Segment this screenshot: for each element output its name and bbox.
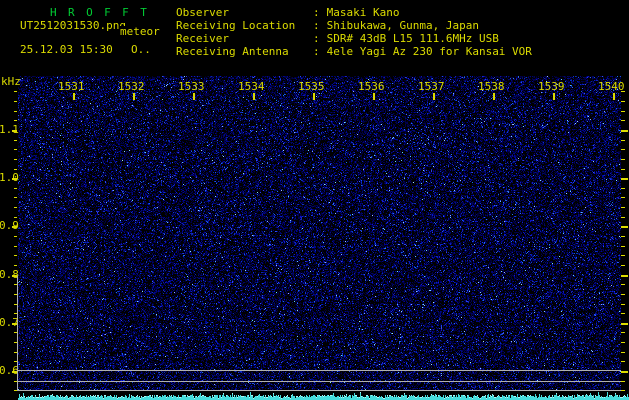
freq-tick-left (12, 226, 17, 228)
time-tick (193, 93, 195, 100)
freq-minor-tick-right (621, 332, 625, 333)
freq-minor-tick-left (14, 101, 17, 102)
freq-minor-tick-right (621, 188, 625, 189)
freq-minor-tick-right (621, 381, 625, 382)
freq-tick-right (621, 130, 628, 132)
freq-tick-right (621, 323, 628, 325)
freq-minor-tick-left (14, 255, 17, 256)
time-label: 1532 (118, 80, 145, 93)
time-label: 1533 (178, 80, 205, 93)
freq-minor-tick-right (621, 304, 625, 305)
freq-axis-unit: kHz (1, 75, 21, 88)
time-label: 1539 (538, 80, 565, 93)
time-tick (433, 93, 435, 100)
time-tick (133, 93, 135, 100)
freq-minor-tick-right (621, 217, 625, 218)
freq-minor-tick-right (621, 236, 625, 237)
time-label: 1537 (418, 80, 445, 93)
freq-tick-right (621, 275, 628, 277)
freq-minor-tick-left (14, 265, 17, 266)
freq-minor-tick-left (14, 159, 17, 160)
time-tick (493, 93, 495, 100)
freq-minor-tick-left (14, 91, 17, 92)
freq-tick-left (12, 130, 17, 132)
time-label: 1531 (58, 80, 85, 93)
carrier-line (18, 381, 621, 382)
freq-minor-tick-right (621, 361, 625, 362)
time-tick (73, 93, 75, 100)
freq-minor-tick-right (621, 101, 625, 102)
freq-tick-right (621, 226, 628, 228)
freq-minor-tick-left (14, 169, 17, 170)
freq-minor-tick-right (621, 149, 625, 150)
meter-frame-left (17, 276, 18, 391)
axes-overlay: 1531 1532 1533 1534 1535 1536 1537 1538 1539 1540… (0, 0, 629, 400)
time-tick (613, 93, 615, 100)
freq-minor-tick-left (14, 207, 17, 208)
freq-minor-tick-right (621, 197, 625, 198)
freq-tick-right (621, 371, 628, 373)
freq-minor-tick-right (621, 140, 625, 141)
carrier-line (18, 370, 621, 371)
time-tick (313, 93, 315, 100)
time-tick (253, 93, 255, 100)
freq-minor-tick-left (14, 120, 17, 121)
time-label: 1534 (238, 80, 265, 93)
freq-minor-tick-right (621, 207, 625, 208)
freq-minor-tick-right (621, 284, 625, 285)
freq-minor-tick-right (621, 159, 625, 160)
freq-minor-tick-right (621, 111, 625, 112)
freq-minor-tick-right (621, 313, 625, 314)
freq-minor-tick-left (14, 149, 17, 150)
freq-minor-tick-left (14, 236, 17, 237)
freq-minor-tick-right (621, 265, 625, 266)
carrier-line (18, 390, 621, 391)
freq-minor-tick-right (621, 169, 625, 170)
freq-minor-tick-right (621, 246, 625, 247)
freq-minor-tick-right (621, 294, 625, 295)
freq-minor-tick-left (14, 188, 17, 189)
freq-tick-left (12, 178, 17, 180)
time-tick (553, 93, 555, 100)
time-label: 1535 (298, 80, 325, 93)
freq-minor-tick-right (621, 352, 625, 353)
hrofft-window: H R O F F T UT2512031530.png meteor 25.1… (0, 0, 629, 400)
freq-minor-tick-right (621, 342, 625, 343)
freq-minor-tick-right (621, 390, 625, 391)
freq-minor-tick-left (14, 246, 17, 247)
freq-minor-tick-left (14, 111, 17, 112)
freq-minor-tick-left (14, 140, 17, 141)
freq-tick-right (621, 178, 628, 180)
freq-minor-tick-left (14, 197, 17, 198)
freq-minor-tick-right (621, 91, 625, 92)
time-tick (373, 93, 375, 100)
freq-minor-tick-right (621, 255, 625, 256)
freq-minor-tick-right (621, 120, 625, 121)
time-label: 1538 (478, 80, 505, 93)
time-label: 1536 (358, 80, 385, 93)
freq-minor-tick-left (14, 217, 17, 218)
